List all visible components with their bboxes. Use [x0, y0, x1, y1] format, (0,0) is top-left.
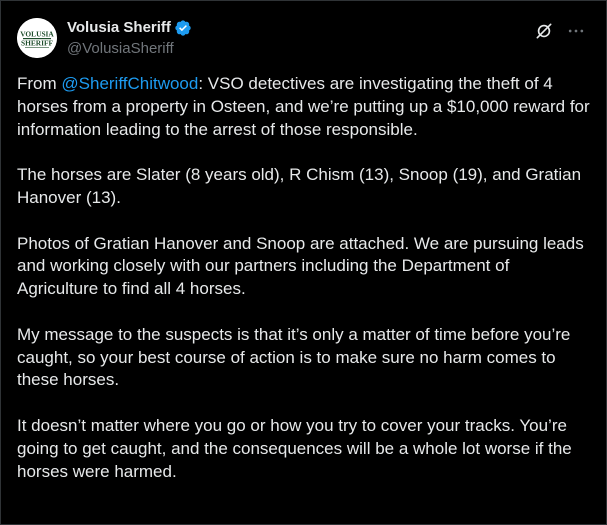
avatar-line-1: VOLUSIA: [20, 30, 54, 39]
tweet-text: From @SheriffChitwood: VSO detectives ar…: [17, 73, 592, 506]
more-options-icon[interactable]: [566, 21, 586, 41]
avatar[interactable]: VOLUSIA SHERIFF: [17, 18, 57, 58]
tweet-header: VOLUSIA SHERIFF Volusia Sheriff @Volusia…: [17, 15, 590, 61]
author-display-name[interactable]: Volusia Sheriff: [67, 18, 171, 38]
verified-badge-icon[interactable]: [174, 19, 192, 37]
avatar-line-2: SHERIFF: [21, 39, 54, 48]
paragraph-1-prefix: From: [17, 74, 62, 93]
display-name-row: Volusia Sheriff: [67, 18, 192, 38]
header-actions: [534, 21, 586, 41]
tweet-paragraph-2: The horses are Slater (8 years old), R C…: [17, 165, 582, 207]
tweet-paragraph-1: From @SheriffChitwood: VSO detectives ar…: [17, 73, 592, 141]
tweet-card: VOLUSIA SHERIFF Volusia Sheriff @Volusia…: [0, 0, 607, 525]
grok-icon[interactable]: [534, 21, 554, 41]
author-handle[interactable]: @VolusiaSheriff: [67, 39, 192, 59]
volusia-sheriff-logo: VOLUSIA SHERIFF: [17, 18, 57, 58]
mention-link[interactable]: @SheriffChitwood: [61, 74, 198, 93]
tweet-paragraph-3: Photos of Gratian Hanover and Snoop are …: [17, 233, 584, 299]
tweet-paragraph-4: My message to the suspects is that it’s …: [17, 324, 571, 390]
author-names: Volusia Sheriff @VolusiaSheriff: [67, 18, 192, 59]
tweet-paragraph-5: It doesn’t matter where you go or how yo…: [17, 415, 572, 481]
